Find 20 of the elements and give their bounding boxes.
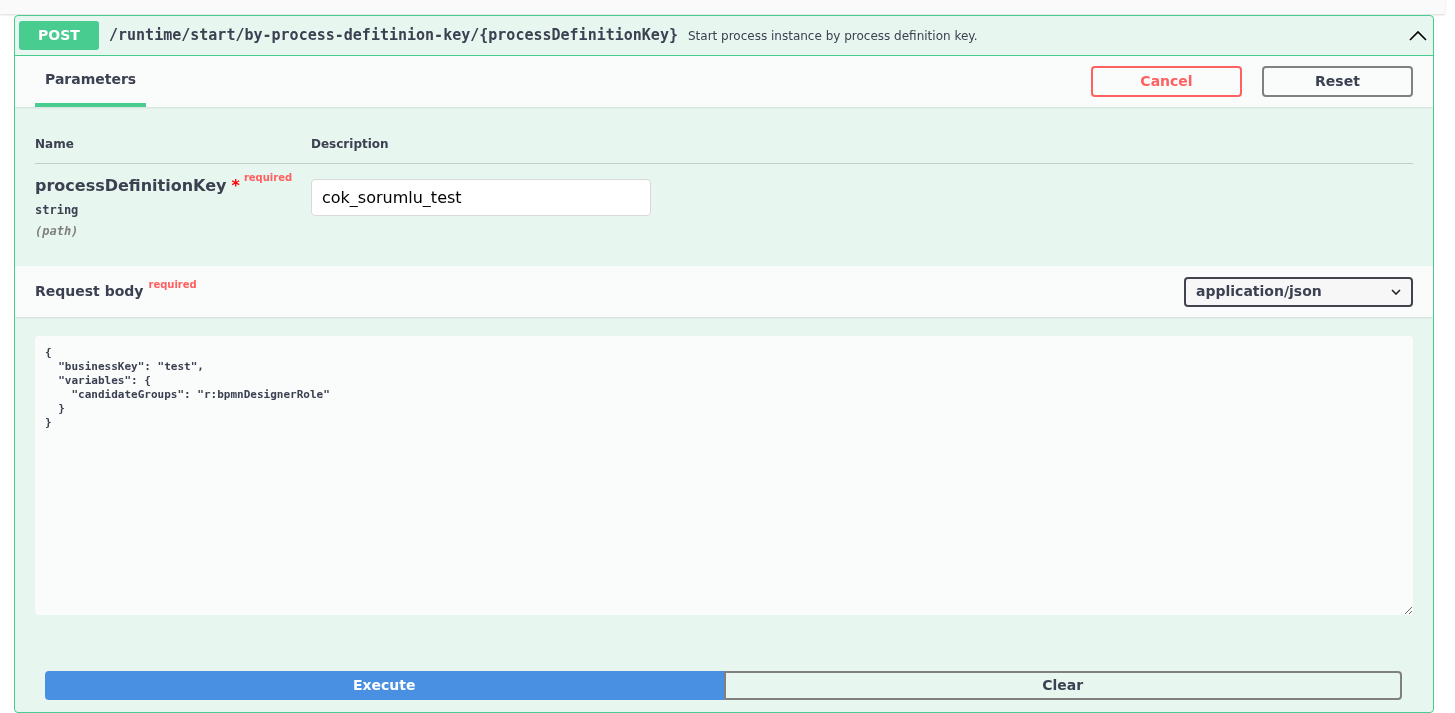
content-type-dropdown[interactable]: application/json (1184, 276, 1413, 307)
required-asterisk: * (231, 175, 240, 197)
request-body-title: Request body (35, 282, 144, 301)
endpoint-summary: Start process instance by process definition key. (687, 27, 979, 45)
parameter-type: string (35, 202, 79, 219)
parameter-input-field[interactable]: cok_sorumlu_test (311, 179, 651, 216)
parameter-name: processDefinitionKey (35, 175, 227, 197)
collapse-chevron-icon[interactable] (1409, 30, 1427, 41)
required-label: required (243, 171, 293, 185)
parameters-tab[interactable]: Parameters (35, 56, 147, 107)
endpoint-path: /runtime/start/by-process-defitinion-key/{processDefinitionKey} (109, 25, 678, 47)
parameter-location: (path) (35, 223, 79, 240)
column-header: Description (311, 136, 390, 153)
request-body-editor[interactable]: { "businessKey": "test", "variables": { "candidateGroups": "r:bpmnDesignerRole" } } (35, 336, 1413, 615)
caret-icon (1391, 288, 1401, 295)
clear-button[interactable]: Clear (723, 671, 1402, 700)
required-label: required (148, 278, 197, 292)
method-badge: POST (19, 21, 99, 50)
reset-button[interactable]: Reset (1262, 66, 1413, 97)
column-header: Name (35, 136, 75, 153)
